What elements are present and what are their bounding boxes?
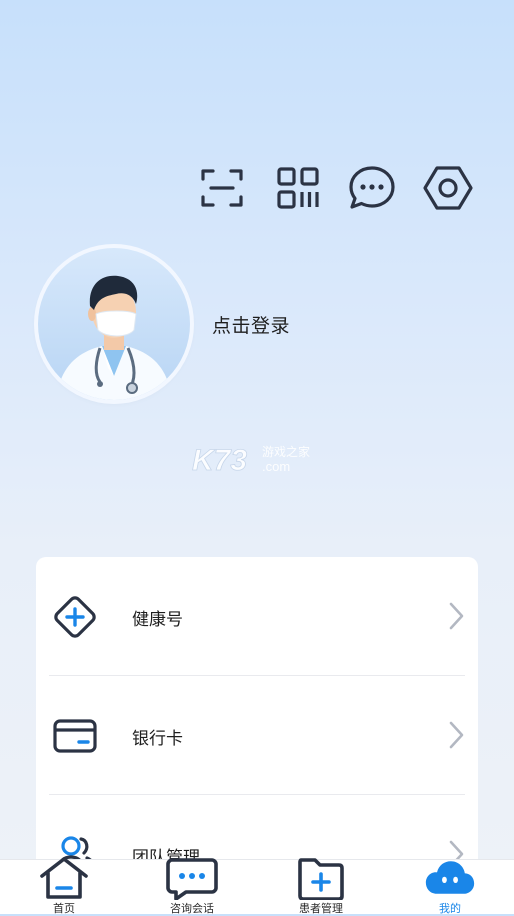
profile-section: 点击登录 [38, 248, 458, 404]
svg-text:.com: .com [262, 459, 290, 474]
watermark-logo: K73 游戏之家 .com [192, 440, 332, 478]
scan-icon[interactable] [196, 162, 248, 214]
qrcode-icon[interactable] [272, 162, 324, 214]
doctor-avatar[interactable] [38, 248, 190, 400]
top-action-bar [196, 162, 486, 214]
menu-label: 健康号 [132, 610, 183, 630]
chevron-right-icon [449, 721, 464, 749]
menu-label: 银行卡 [132, 729, 183, 749]
tab-home[interactable]: 首页 [0, 857, 128, 915]
svg-text:K73: K73 [192, 444, 247, 476]
chat-icon [166, 856, 218, 900]
home-icon [38, 856, 90, 900]
bank-card-icon [50, 712, 100, 760]
svg-text:游戏之家: 游戏之家 [262, 444, 310, 459]
tab-consultation[interactable]: 咨询会话 [128, 858, 256, 915]
menu-item-health-id[interactable]: 健康号 [36, 557, 478, 675]
profile-cloud-icon [424, 856, 476, 900]
patient-folder-icon [295, 856, 347, 900]
menu-item-bank-card[interactable]: 银行卡 [36, 676, 478, 794]
bottom-tab-bar: 首页 咨询会话 患者管理 我的 [0, 857, 514, 915]
login-prompt[interactable]: 点击登录 [212, 311, 290, 338]
menu-card: 健康号 银行卡 团队管理 [36, 557, 478, 897]
message-icon[interactable] [346, 162, 398, 214]
chevron-right-icon [449, 602, 464, 630]
health-plus-icon [50, 593, 100, 641]
tab-mine[interactable]: 我的 [386, 860, 514, 915]
settings-icon[interactable] [422, 162, 474, 214]
tab-patient-management[interactable]: 患者管理 [257, 858, 385, 915]
